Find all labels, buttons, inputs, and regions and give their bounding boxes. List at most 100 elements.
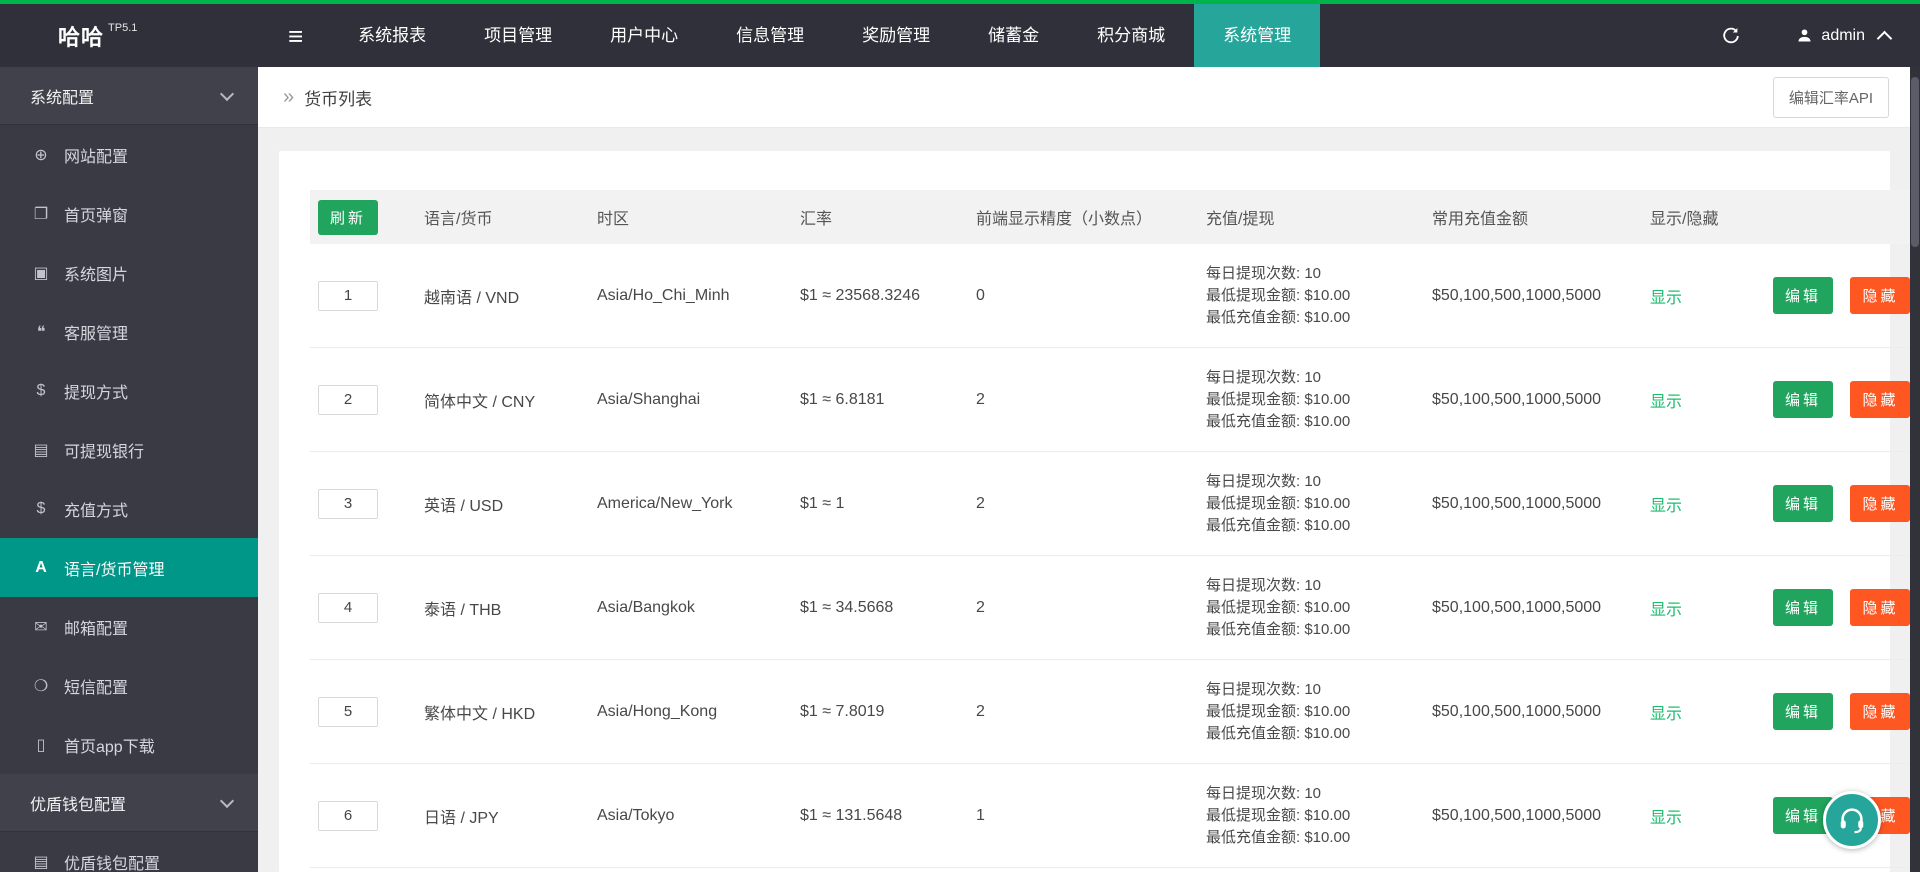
limits-cell: 每日提现次数: 10 最低提现金额: $10.00 最低充值金额: $10.00 [1206, 472, 1351, 534]
customer-service-button[interactable] [1823, 791, 1881, 849]
amounts-cell: $50,100,500,1000,5000 [1432, 555, 1650, 660]
sidebar-item[interactable]: ❍ 短信配置 [0, 656, 258, 715]
edit-button[interactable]: 编辑 [1773, 381, 1834, 418]
actions-cell: 编辑 隐藏 [1773, 347, 1910, 452]
edit-rate-api-button[interactable]: 编辑汇率API [1772, 76, 1889, 118]
language-currency-cell: 泰语 / THB [424, 555, 597, 660]
user-icon [1796, 27, 1813, 44]
hide-button[interactable]: 隐藏 [1850, 277, 1910, 314]
main-content: » 货币列表 编辑汇率API 刷新 语言/货币 时区 汇率 前端显示精度（小数点… [258, 67, 1910, 872]
timezone-cell: Asia/Hong_Kong [597, 659, 800, 764]
language-currency-cell: 简体中文 / CNY [424, 347, 597, 452]
sidebar-section-header[interactable]: 优盾钱包配置 [0, 774, 258, 832]
sidebar-item[interactable]: $ 提现方式 [0, 361, 258, 420]
hamburger-icon[interactable]: ≡ [288, 23, 303, 49]
logo[interactable]: 哈哈 TP5.1 [0, 4, 258, 67]
visibility-status: 显示 [1650, 289, 1683, 307]
top-nav-item[interactable]: 系统报表 [329, 4, 455, 67]
amounts-cell: $50,100,500,1000,5000 [1432, 451, 1650, 556]
row-order-input[interactable] [318, 488, 378, 519]
sidebar-item[interactable]: A 语言/货币管理 [0, 538, 258, 597]
hide-button[interactable]: 隐藏 [1850, 693, 1910, 730]
row-order-input[interactable] [318, 280, 378, 311]
actions-cell: 编辑 隐藏 [1773, 659, 1910, 764]
row-order-input[interactable] [318, 384, 378, 415]
breadcrumb-bar: » 货币列表 编辑汇率API [258, 67, 1910, 128]
chevron-down-icon [219, 86, 235, 101]
sidebar-item[interactable]: ▤ 优盾钱包配置 [0, 832, 258, 872]
hide-button[interactable]: 隐藏 [1850, 485, 1910, 522]
sidebar-item[interactable]: $ 充值方式 [0, 479, 258, 538]
chat-icon: ❝ [36, 323, 46, 341]
breadcrumb-icon: » [283, 85, 295, 108]
top-nav-item[interactable]: 系统管理 [1194, 4, 1321, 67]
hide-button[interactable]: 隐藏 [1850, 381, 1910, 418]
sidebar-item[interactable]: ▤ 可提现银行 [0, 420, 258, 479]
scrollbar-thumb[interactable] [1911, 77, 1919, 247]
hide-button[interactable]: 隐藏 [1850, 589, 1910, 626]
recharge-dollar-icon: $ [36, 499, 46, 517]
precision-cell: 1 [976, 763, 1206, 868]
refresh-icon[interactable] [1721, 26, 1741, 46]
row-order-input[interactable] [318, 696, 378, 727]
timezone-cell: Asia/Ho_Chi_Minh [597, 244, 800, 348]
column-header-limits: 充值/提现 [1206, 190, 1432, 244]
logo-version: TP5.1 [108, 21, 138, 34]
table-row: 英语 / USD America/New_York $1 ≈ 1 2 每日提现次… [310, 451, 1910, 556]
actions-cell: 编辑 隐藏 [1773, 244, 1910, 348]
top-nav-item[interactable]: 用户中心 [581, 4, 707, 67]
sidebar-item[interactable]: ❐ 首页弹窗 [0, 184, 258, 243]
row-order-input[interactable] [318, 800, 378, 831]
top-nav-item[interactable]: 项目管理 [455, 4, 581, 67]
sidebar-item[interactable]: ▣ 系统图片 [0, 243, 258, 302]
language-currency-cell: 日语 / JPY [424, 763, 597, 868]
language-icon: A [35, 558, 47, 576]
headset-icon [1837, 805, 1867, 835]
rate-cell: $1 ≈ 34.5668 [800, 555, 976, 660]
sms-icon: ❍ [33, 677, 49, 695]
language-currency-cell: 英语 / USD [424, 451, 597, 556]
row-order-input[interactable] [318, 592, 378, 623]
rate-cell: $1 ≈ 7.8019 [800, 659, 976, 764]
sidebar-item[interactable]: ✉ 邮箱配置 [0, 597, 258, 656]
sidebar-item[interactable]: ⊕ 网站配置 [0, 125, 258, 184]
chevron-up-icon [1876, 30, 1893, 47]
actions-cell: 编辑 隐藏 [1773, 451, 1910, 556]
phone-icon: ▯ [36, 736, 46, 754]
top-nav-item[interactable]: 积分商城 [1068, 4, 1194, 67]
top-nav-item[interactable]: 奖励管理 [833, 4, 959, 67]
app: 哈哈 TP5.1 ≡ 系统报表 项目管理 用户中心 信息管理 奖励管理 储蓄金 积分商城 系统… [0, 0, 1920, 872]
edit-button[interactable]: 编辑 [1773, 693, 1834, 730]
timezone-cell: Asia/Bangkok [597, 555, 800, 660]
edit-button[interactable]: 编辑 [1773, 277, 1834, 314]
limits-cell: 每日提现次数: 10 最低提现金额: $10.00 最低充值金额: $10.00 [1206, 368, 1351, 430]
table-row: 越南语 / VND Asia/Ho_Chi_Minh $1 ≈ 23568.32… [310, 244, 1910, 348]
chevron-down-icon [219, 793, 235, 808]
column-header-language: 语言/货币 [424, 190, 597, 244]
timezone-cell: Asia/Tokyo [597, 763, 800, 868]
edit-button[interactable]: 编辑 [1773, 589, 1834, 626]
scrollbar[interactable] [1910, 67, 1920, 872]
sidebar-section-header[interactable]: 系统配置 [0, 67, 258, 125]
sidebar-item[interactable]: ▯ 首页app下载 [0, 715, 258, 774]
refresh-button[interactable]: 刷新 [318, 199, 379, 235]
column-header-precision: 前端显示精度（小数点） [976, 190, 1206, 244]
precision-cell: 2 [976, 659, 1206, 764]
timezone-cell: America/New_York [597, 451, 800, 556]
column-header-actions [1773, 190, 1910, 244]
logo-text: 哈哈 [58, 24, 105, 50]
user-menu[interactable]: admin [1796, 27, 1893, 47]
amounts-cell: $50,100,500,1000,5000 [1432, 244, 1650, 348]
visibility-status: 显示 [1650, 393, 1683, 411]
popup-icon: ❐ [33, 205, 49, 223]
edit-button[interactable]: 编辑 [1773, 485, 1834, 522]
actions-cell: 编辑 隐藏 [1773, 555, 1910, 660]
sidebar-item[interactable]: ❝ 客服管理 [0, 302, 258, 361]
timezone-cell: Asia/Shanghai [597, 347, 800, 452]
top-nav-item[interactable]: 信息管理 [707, 4, 833, 67]
precision-cell: 2 [976, 347, 1206, 452]
refresh-header-cell: 刷新 [310, 190, 424, 244]
top-nav-item[interactable]: 储蓄金 [959, 4, 1068, 67]
bank-card-icon: ▤ [33, 441, 49, 459]
rate-cell: $1 ≈ 1 [800, 451, 976, 556]
